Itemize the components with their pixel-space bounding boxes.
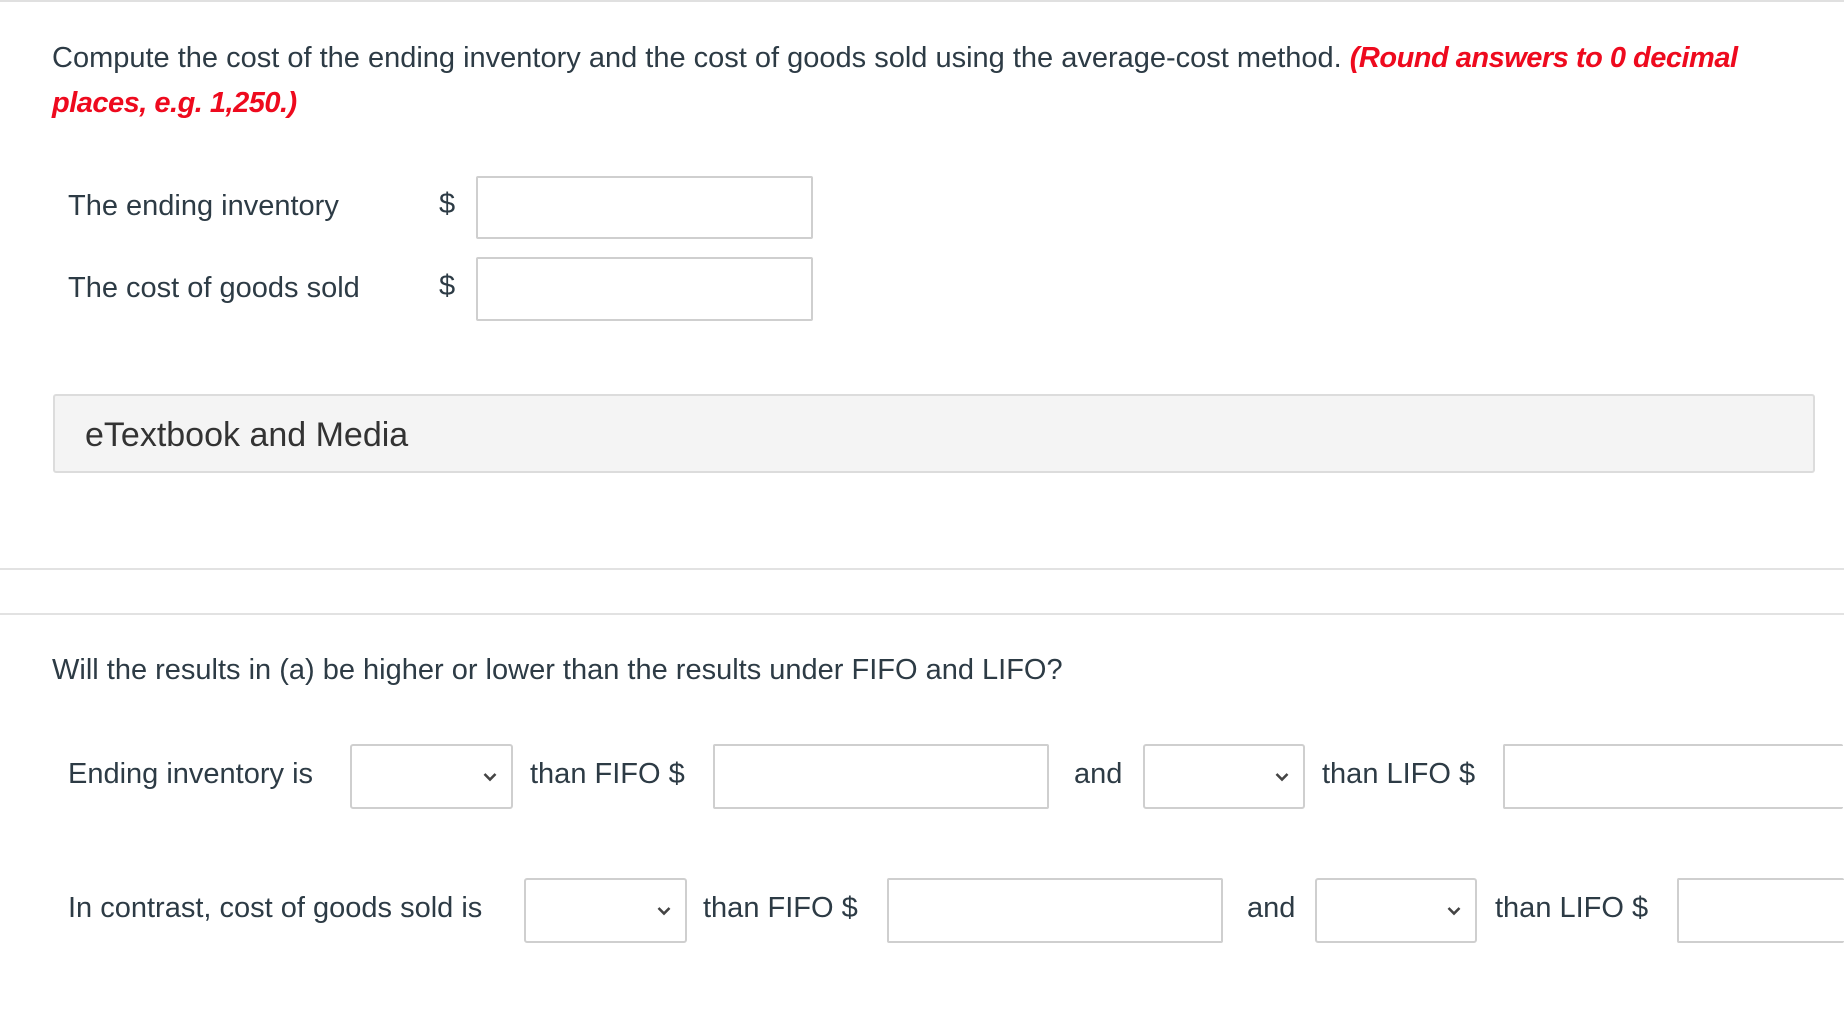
top-divider	[0, 0, 1844, 2]
than-fifo-label-1: than FIFO $	[530, 758, 685, 790]
ending-inventory-vs-lifo-select[interactable]	[1143, 744, 1305, 809]
ending-inventory-fifo-input[interactable]	[713, 744, 1049, 809]
than-lifo-label-1: than LIFO $	[1322, 758, 1476, 790]
cogs-label: The cost of goods sold	[68, 272, 360, 304]
etextbook-label: eTextbook and Media	[85, 416, 409, 454]
cogs-lifo-input[interactable]	[1677, 878, 1844, 943]
cogs-currency: $	[439, 270, 456, 302]
cogs-is-label: In contrast, cost of goods sold is	[68, 892, 483, 924]
chevron-down-icon	[1447, 906, 1461, 915]
part-b-question: Will the results in (a) be higher or low…	[52, 654, 1063, 686]
ending-inventory-lifo-input[interactable]	[1503, 744, 1843, 809]
ending-inventory-currency: $	[439, 188, 456, 220]
cogs-fifo-input[interactable]	[887, 878, 1223, 943]
section-divider-2	[0, 613, 1844, 615]
chevron-down-icon	[1275, 772, 1289, 781]
ending-inventory-input[interactable]	[476, 176, 813, 239]
section-divider-1	[0, 568, 1844, 570]
than-fifo-label-2: than FIFO $	[703, 892, 858, 924]
chevron-down-icon	[657, 906, 671, 915]
and-label-2: and	[1247, 892, 1296, 924]
cogs-vs-fifo-select[interactable]	[524, 878, 687, 943]
cogs-vs-lifo-select[interactable]	[1315, 878, 1477, 943]
question-prompt: Compute the cost of the ending inventory…	[52, 36, 1822, 126]
ending-inventory-label: The ending inventory	[68, 190, 339, 222]
and-label-1: and	[1074, 758, 1123, 790]
etextbook-and-media-button[interactable]: eTextbook and Media	[53, 394, 1815, 473]
than-lifo-label-2: than LIFO $	[1495, 892, 1649, 924]
cogs-input[interactable]	[476, 257, 813, 321]
ending-inventory-vs-fifo-select[interactable]	[350, 744, 513, 809]
prompt-text: Compute the cost of the ending inventory…	[52, 42, 1342, 74]
ending-inventory-is-label: Ending inventory is	[68, 758, 314, 790]
chevron-down-icon	[483, 772, 497, 781]
